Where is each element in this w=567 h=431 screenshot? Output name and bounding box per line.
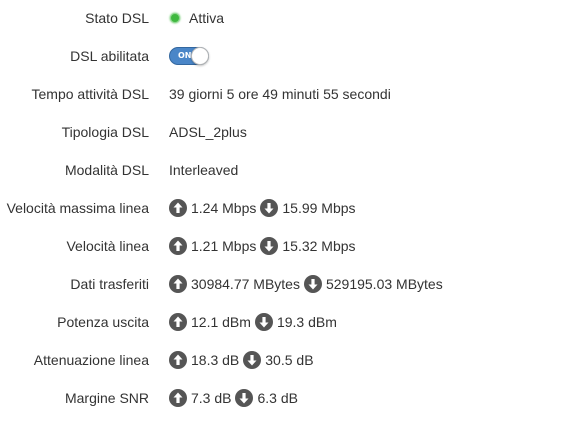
downstream-value: 15.99 Mbps	[282, 200, 356, 216]
label-attenuazione: Attenuazione linea	[33, 352, 149, 368]
arrow-down-circle-icon	[303, 275, 322, 293]
value-stato-dsl: Attiva	[169, 4, 224, 32]
status-active-icon	[170, 13, 180, 23]
dsl-status-panel: Stato DSL Attiva DSL abilitata ON Tempo …	[0, 0, 567, 431]
value-margine-snr: 7.3 dB 6.3 dB	[169, 384, 298, 412]
value-dati-trasferiti: 30984.77 MBytes 529195.03 MBytes	[169, 270, 443, 298]
value-dsl-abilitata: ON	[169, 42, 209, 70]
label-velocita-massima: Velocità massima linea	[6, 200, 149, 216]
arrow-up-circle-icon	[169, 275, 187, 293]
label-dsl-abilitata: DSL abilitata	[70, 48, 149, 64]
downstream-value: 6.3 dB	[257, 390, 298, 406]
row-dati-trasferiti: Dati trasferiti 30984.77 MBytes 529195.0…	[0, 270, 567, 298]
toggle-knob	[191, 47, 209, 65]
label-modalita: Modalità DSL	[64, 162, 149, 178]
row-modalita: Modalità DSL Interleaved	[0, 156, 567, 184]
dsl-enabled-toggle[interactable]: ON	[169, 47, 209, 65]
upstream-value: 30984.77 MBytes	[191, 276, 300, 292]
label-margine-snr: Margine SNR	[64, 390, 149, 406]
arrow-down-circle-icon	[235, 389, 254, 407]
row-velocita-linea: Velocità linea 1.21 Mbps 15.32 Mbps	[0, 232, 567, 260]
row-tipologia: Tipologia DSL ADSL_2plus	[0, 118, 567, 146]
value-modalita: Interleaved	[169, 162, 239, 178]
value-velocita-linea: 1.21 Mbps 15.32 Mbps	[169, 232, 356, 260]
value-tipologia: ADSL_2plus	[169, 124, 247, 140]
arrow-up-circle-icon	[169, 313, 187, 331]
label-tempo-attivita: Tempo attività DSL	[31, 86, 150, 102]
arrow-down-circle-icon	[254, 313, 273, 331]
upstream-value: 1.21 Mbps	[191, 238, 257, 254]
row-attenuazione: Attenuazione linea 18.3 dB 30.5 dB	[0, 346, 567, 374]
row-stato-dsl: Stato DSL Attiva	[0, 4, 567, 32]
row-velocita-massima: Velocità massima linea 1.24 Mbps 15.99 M…	[0, 194, 567, 222]
arrow-up-circle-icon	[169, 237, 187, 255]
row-potenza-uscita: Potenza uscita 12.1 dBm 19.3 dBm	[0, 308, 567, 336]
arrow-up-circle-icon	[169, 389, 187, 407]
arrow-down-circle-icon	[260, 199, 279, 217]
value-potenza-uscita: 12.1 dBm 19.3 dBm	[169, 308, 337, 336]
downstream-value: 30.5 dB	[265, 352, 314, 368]
arrow-up-circle-icon	[169, 351, 187, 369]
arrow-up-circle-icon	[169, 199, 187, 217]
arrow-down-circle-icon	[260, 237, 279, 255]
arrow-down-circle-icon	[243, 351, 262, 369]
label-velocita-linea: Velocità linea	[66, 238, 149, 254]
value-attenuazione: 18.3 dB 30.5 dB	[169, 346, 314, 374]
label-stato-dsl: Stato DSL	[85, 10, 149, 26]
label-potenza-uscita: Potenza uscita	[57, 314, 149, 330]
value-tempo-attivita: 39 giorni 5 ore 49 minuti 55 secondi	[169, 86, 391, 102]
downstream-value: 529195.03 MBytes	[325, 276, 443, 292]
upstream-value: 7.3 dB	[191, 390, 232, 406]
toggle-on-text: ON	[178, 51, 192, 60]
row-margine-snr: Margine SNR 7.3 dB 6.3 dB	[0, 384, 567, 412]
label-tipologia: Tipologia DSL	[61, 124, 149, 140]
downstream-value: 15.32 Mbps	[282, 238, 356, 254]
status-text: Attiva	[189, 10, 225, 26]
row-tempo-attivita: Tempo attività DSL 39 giorni 5 ore 49 mi…	[0, 80, 567, 108]
label-dati-trasferiti: Dati trasferiti	[70, 276, 149, 292]
upstream-value: 18.3 dB	[191, 352, 240, 368]
downstream-value: 19.3 dBm	[276, 314, 337, 330]
row-dsl-abilitata: DSL abilitata ON	[0, 42, 567, 70]
upstream-value: 1.24 Mbps	[191, 200, 257, 216]
value-velocita-massima: 1.24 Mbps 15.99 Mbps	[169, 194, 356, 222]
upstream-value: 12.1 dBm	[191, 314, 251, 330]
